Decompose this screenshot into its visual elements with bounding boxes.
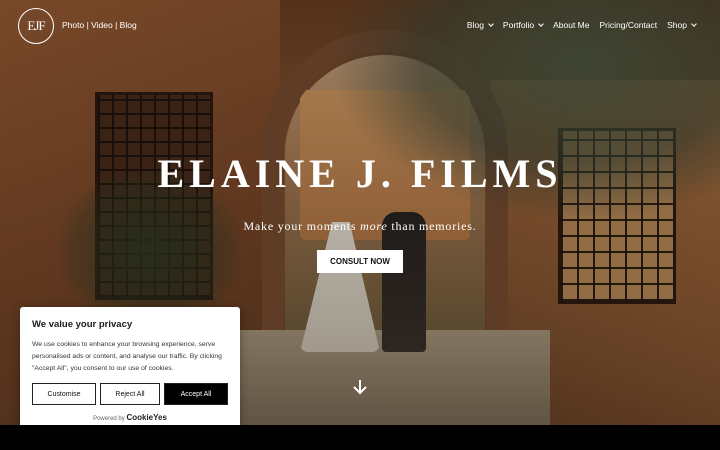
site-tagline: Photo | Video | Blog (62, 20, 137, 30)
logo-text: EJF (27, 18, 45, 33)
main-menu: Blog Portfolio About Me Pricing/Contact … (466, 20, 697, 30)
cookie-consent-banner: We value your privacy We use cookies to … (20, 307, 240, 430)
powered-by: Powered by CookieYes (32, 413, 228, 422)
bottom-bar (0, 425, 720, 450)
menu-item-blog[interactable]: Blog (466, 20, 494, 30)
hero-subtitle-emphasis: more (360, 219, 388, 233)
site-logo[interactable]: EJF (18, 8, 54, 44)
cookie-banner-title: We value your privacy (32, 319, 133, 330)
hero-subtitle: Make your moments more than memories. (0, 219, 720, 234)
customise-button[interactable]: Customise (32, 383, 96, 405)
menu-item-shop[interactable]: Shop (667, 20, 697, 30)
chevron-down-icon (488, 21, 494, 27)
cookie-banner-text: We use cookies to enhance your browsing … (32, 341, 222, 372)
hero-subtitle-start: Make your moments (243, 219, 361, 233)
menu-item-label: Pricing/Contact (599, 20, 658, 30)
arrow-down-icon[interactable] (352, 379, 368, 395)
powered-by-label: Powered by (93, 416, 125, 422)
consult-now-button[interactable]: CONSULT NOW (317, 250, 403, 273)
hero-title: ELAINE J. FILMS (157, 151, 563, 196)
menu-item-label: Blog (466, 20, 484, 30)
cookieyes-logo[interactable]: CookieYes (126, 413, 166, 422)
top-navigation: EJF Photo | Video | Blog Blog Portfolio … (0, 0, 720, 52)
accept-all-button[interactable]: Accept All (164, 383, 228, 405)
hero-subtitle-end: than memories. (387, 219, 477, 233)
menu-item-label: About Me (553, 20, 590, 30)
menu-item-label: Shop (667, 20, 687, 30)
cookie-banner-actions: Customise Reject All Accept All (32, 383, 228, 405)
menu-item-about[interactable]: About Me (553, 20, 589, 30)
menu-item-pricing-contact[interactable]: Pricing/Contact (600, 20, 658, 30)
reject-all-button[interactable]: Reject All (100, 383, 160, 405)
chevron-down-icon (691, 21, 697, 27)
menu-item-portfolio[interactable]: Portfolio (502, 20, 544, 30)
chevron-down-icon (538, 21, 544, 27)
menu-item-label: Portfolio (502, 20, 535, 30)
